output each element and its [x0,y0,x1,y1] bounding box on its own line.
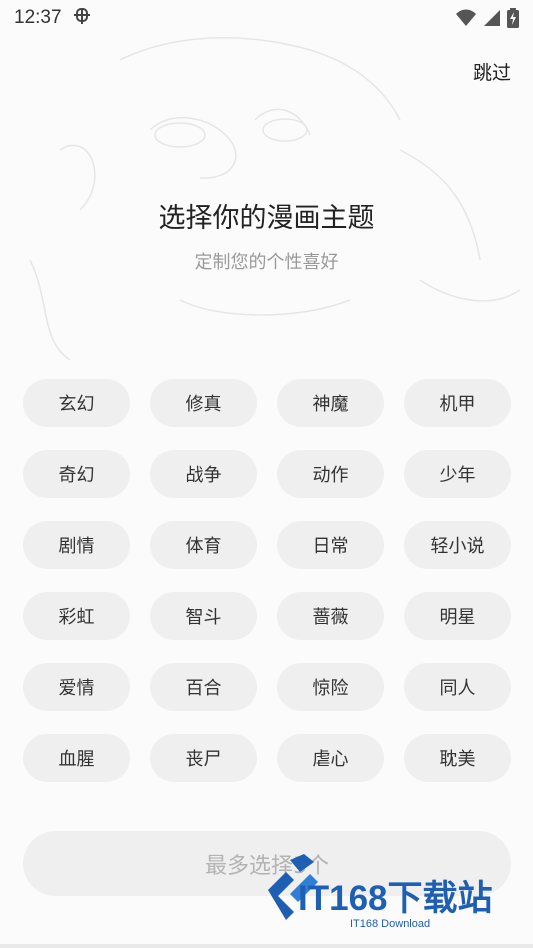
theme-tag[interactable]: 彩虹 [23,592,130,640]
bug-icon [72,6,92,31]
theme-tag[interactable]: 耽美 [404,734,511,782]
theme-tag[interactable]: 战争 [150,450,257,498]
status-time: 12:37 [14,7,62,28]
theme-tag[interactable]: 修真 [150,379,257,427]
theme-tag[interactable]: 体育 [150,521,257,569]
theme-tag[interactable]: 惊险 [277,663,384,711]
theme-tag[interactable]: 虐心 [277,734,384,782]
skip-button[interactable]: 跳过 [473,58,511,85]
bottom-divider [0,944,533,948]
watermark-subtext: IT168 Download [350,918,431,930]
theme-tag[interactable]: 日常 [277,521,384,569]
theme-tag[interactable]: 剧情 [23,521,130,569]
theme-tag[interactable]: 同人 [404,663,511,711]
confirm-button[interactable]: 最多选择5个 [23,831,511,896]
theme-tag[interactable]: 蔷薇 [277,592,384,640]
status-bar: 12:37 [0,0,533,36]
theme-tag[interactable]: 机甲 [404,379,511,427]
theme-tag[interactable]: 少年 [404,450,511,498]
theme-tag[interactable]: 轻小说 [404,521,511,569]
theme-tag[interactable]: 明星 [404,592,511,640]
signal-icon [484,10,500,26]
page-title: 选择你的漫画主题 [158,203,375,234]
theme-tag[interactable]: 智斗 [150,592,257,640]
theme-tag[interactable]: 爱情 [23,663,130,711]
theme-tag[interactable]: 奇幻 [23,450,130,498]
theme-tag[interactable]: 丧尸 [150,734,257,782]
theme-grid: 玄幻 修真 神魔 机甲 奇幻 战争 动作 少年 剧情 体育 日常 轻小说 彩虹 … [23,379,511,782]
page-subtitle: 定制您的个性喜好 [194,252,339,273]
wifi-icon [456,9,476,26]
theme-tag[interactable]: 玄幻 [23,379,130,427]
theme-tag[interactable]: 百合 [150,663,257,711]
theme-tag[interactable]: 血腥 [23,734,130,782]
theme-tag[interactable]: 神魔 [277,379,384,427]
theme-tag[interactable]: 动作 [277,450,384,498]
status-icons [455,8,519,28]
battery-charging-icon [507,8,519,28]
